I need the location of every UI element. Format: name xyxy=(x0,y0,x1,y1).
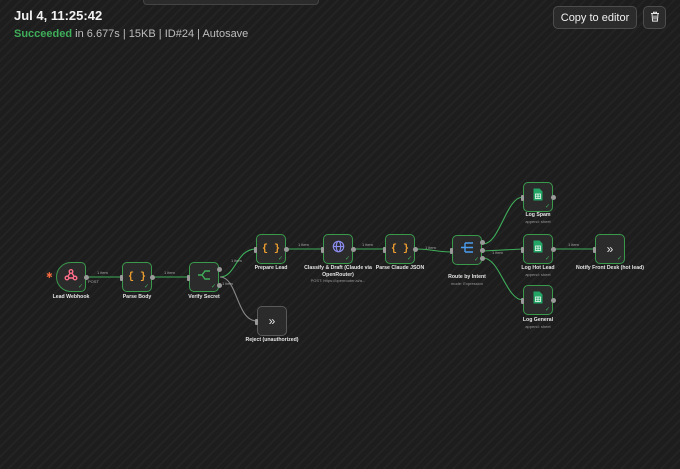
output-port[interactable] xyxy=(84,275,89,280)
success-check-icon: ✓ xyxy=(544,307,550,313)
node-log-hot-lead[interactable]: ✓ xyxy=(521,234,556,264)
code-braces-icon: { } xyxy=(127,271,146,283)
input-port[interactable] xyxy=(521,298,524,304)
success-check-icon: ✓ xyxy=(143,284,149,290)
output-port-3[interactable] xyxy=(480,256,485,261)
node-label: Log Spam xyxy=(525,212,551,218)
output-port[interactable] xyxy=(150,275,155,280)
input-port[interactable] xyxy=(521,247,524,253)
code-braces-icon: { } xyxy=(261,243,280,255)
node-label: Reject (unauthorized) xyxy=(245,337,299,343)
trigger-bolt-icon: ✱ xyxy=(46,271,53,280)
input-port[interactable] xyxy=(187,275,190,281)
double-chevron-icon: » xyxy=(606,242,614,256)
node-log-spam[interactable]: ✓ xyxy=(521,182,556,212)
switch-icon xyxy=(460,241,474,259)
node-verify-secret[interactable]: ✓ xyxy=(187,262,222,292)
success-check-icon: ✓ xyxy=(406,256,412,262)
success-check-icon: ✓ xyxy=(544,256,550,262)
node-parse-claude-json[interactable]: { } ✓ xyxy=(383,234,418,264)
node-notify-front-desk[interactable]: » ✓ xyxy=(593,234,625,264)
output-port[interactable] xyxy=(284,247,289,252)
output-port[interactable] xyxy=(413,247,418,252)
output-port-true[interactable] xyxy=(217,267,222,272)
sheets-icon xyxy=(533,240,543,258)
edge-label: 1 item xyxy=(425,245,437,250)
output-port[interactable] xyxy=(551,195,556,200)
node-lead-webhook[interactable]: ✓ xyxy=(56,262,89,292)
node-label: Parse Claude JSON xyxy=(375,265,425,271)
success-check-icon: ✓ xyxy=(277,256,283,262)
input-port[interactable] xyxy=(120,275,123,281)
output-port-2[interactable] xyxy=(480,248,485,253)
success-check-icon: ✓ xyxy=(210,284,216,290)
node-label: Log General xyxy=(522,317,554,323)
input-port[interactable] xyxy=(450,248,453,254)
node-parse-body[interactable]: { } ✓ xyxy=(120,262,155,292)
node-label: Verify Secret xyxy=(188,294,220,300)
success-check-icon: ✓ xyxy=(544,204,550,210)
edge-label: 1 item xyxy=(222,281,234,286)
success-check-icon: ✓ xyxy=(344,256,350,262)
node-subtitle: append: sheet xyxy=(525,219,551,224)
edge-label: 1 item xyxy=(164,270,176,275)
node-reject-unauthorized[interactable]: » xyxy=(255,306,287,336)
edge-label: 1 item xyxy=(568,242,580,247)
node-subtitle: mode: Expression xyxy=(450,281,483,286)
node-log-general[interactable]: ✓ xyxy=(521,285,556,315)
edge-label: 1 item xyxy=(492,250,504,255)
edge-label: POST xyxy=(88,279,99,284)
output-port[interactable] xyxy=(551,298,556,303)
input-port[interactable] xyxy=(255,319,258,325)
edge-label: 1 item xyxy=(97,270,109,275)
success-check-icon: ✓ xyxy=(77,284,83,290)
success-check-icon: ✓ xyxy=(473,257,479,263)
node-subtitle: POST: https://openrouter.ai/a... xyxy=(310,278,366,283)
input-port[interactable] xyxy=(593,247,596,253)
double-chevron-icon: » xyxy=(268,314,276,328)
node-subtitle: append: sheet xyxy=(525,324,551,329)
if-branch-icon xyxy=(197,268,211,286)
success-check-icon: ✓ xyxy=(616,256,622,262)
edge-label: 1 item xyxy=(298,242,310,247)
input-port[interactable] xyxy=(254,247,257,253)
output-port[interactable] xyxy=(551,247,556,252)
input-port[interactable] xyxy=(383,247,386,253)
sheets-icon xyxy=(533,291,543,309)
output-port-1[interactable] xyxy=(480,240,485,245)
globe-icon xyxy=(332,240,345,258)
edge-label: 1 item xyxy=(231,258,243,263)
edge-route-loghot xyxy=(482,248,524,252)
edge-label: 1 item xyxy=(362,242,374,247)
output-port-false[interactable] xyxy=(217,283,222,288)
sheets-icon xyxy=(533,188,543,206)
node-classify-draft[interactable]: ✓ xyxy=(321,234,356,264)
webhook-icon xyxy=(64,268,78,287)
node-prepare-lead[interactable]: { } ✓ xyxy=(254,234,289,264)
node-route-by-intent[interactable]: ✓ xyxy=(450,235,485,265)
node-subtitle: append: sheet xyxy=(525,272,551,277)
input-port[interactable] xyxy=(521,195,524,201)
edge-verify-prepare xyxy=(219,248,257,278)
output-port[interactable] xyxy=(351,247,356,252)
code-braces-icon: { } xyxy=(390,243,409,255)
input-port[interactable] xyxy=(321,247,324,253)
node-label: Notify Front Desk (hot lead) xyxy=(575,265,644,271)
